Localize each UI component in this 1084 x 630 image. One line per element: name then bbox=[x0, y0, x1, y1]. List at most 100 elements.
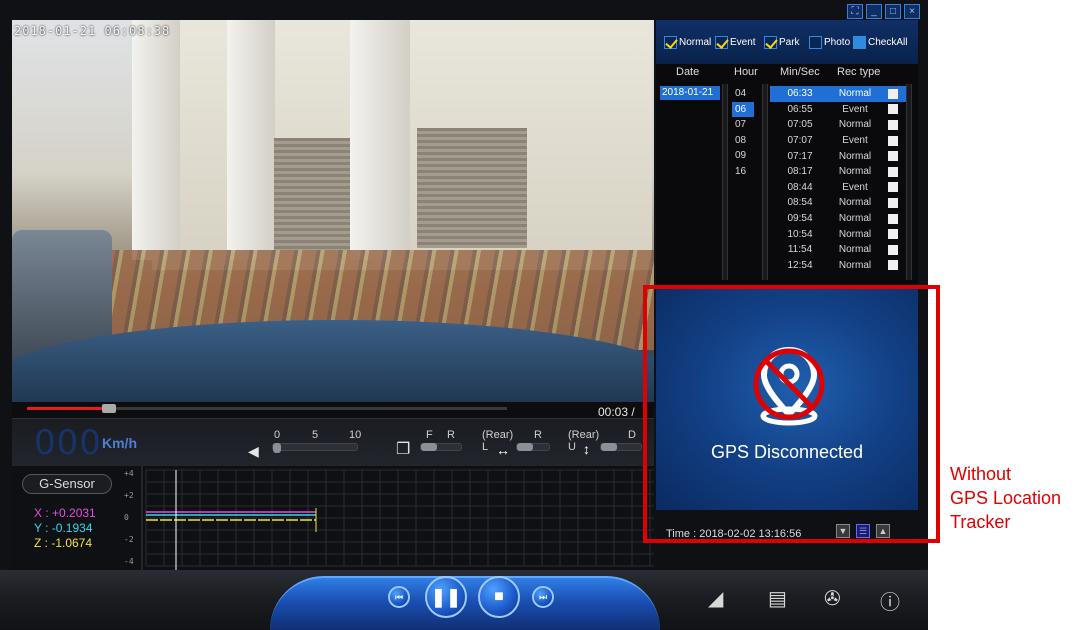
record-type: Normal bbox=[838, 259, 872, 271]
mirror-ud-toggle[interactable] bbox=[600, 443, 642, 451]
record-checkbox[interactable] bbox=[888, 197, 898, 208]
checkbox-icon[interactable] bbox=[715, 36, 728, 49]
volume-slider-handle[interactable] bbox=[273, 443, 281, 453]
recording-list: Date Hour Min/Sec Rec type 2018-01-21 04… bbox=[656, 64, 918, 286]
film-reel-icon[interactable]: ✇ bbox=[824, 586, 841, 611]
video-scene-pillar bbox=[227, 20, 275, 260]
record-type: Normal bbox=[838, 228, 872, 240]
gsensor-tick-label: -4 bbox=[124, 557, 134, 566]
pause-button[interactable]: ❚❚ bbox=[425, 576, 467, 618]
video-timestamp: 2018-01-21 06:08:38 bbox=[14, 24, 171, 38]
filter-park[interactable]: Park bbox=[764, 36, 800, 49]
stop-button[interactable]: ■ bbox=[478, 576, 520, 618]
record-checkbox[interactable] bbox=[888, 182, 898, 193]
speed-unit: Km/h bbox=[102, 435, 137, 451]
speed-value: 000 bbox=[34, 423, 102, 463]
record-checkbox[interactable] bbox=[888, 166, 898, 177]
record-type: Event bbox=[842, 181, 868, 193]
next-button[interactable]: ⏭ bbox=[532, 586, 554, 608]
filter-photo[interactable]: Photo bbox=[809, 36, 850, 49]
control-row: 000 Km/h ◀︎ 0 5 10 ❐ F R (Rear) L R ↔ (R… bbox=[12, 418, 654, 466]
mirror-lr-toggle[interactable] bbox=[516, 443, 550, 451]
up-down-arrow-icon: ↕ bbox=[583, 441, 590, 457]
rear-r-label: R bbox=[534, 429, 542, 441]
record-row[interactable]: 06:33 Normal bbox=[770, 86, 906, 102]
annotation-text: Without GPS Location Tracker bbox=[950, 462, 1061, 534]
record-checkbox[interactable] bbox=[888, 151, 898, 162]
record-scrollbar[interactable] bbox=[906, 84, 912, 280]
record-time: 12:54 bbox=[787, 259, 813, 271]
volume-scale-0: 0 bbox=[274, 429, 281, 441]
date-scrollbar[interactable] bbox=[722, 84, 728, 280]
annotation-highlight-box bbox=[643, 285, 940, 543]
record-row[interactable]: 10:54 Normal bbox=[770, 226, 906, 242]
seekbar[interactable]: 00:03 / 00:2 bbox=[12, 402, 654, 433]
gsensor-tick-label: +2 bbox=[124, 491, 134, 500]
previous-button[interactable]: ⏮ bbox=[388, 586, 410, 608]
volume-scale-5: 5 bbox=[312, 429, 319, 441]
video-view[interactable] bbox=[12, 20, 654, 402]
info-icon[interactable]: ⓘ bbox=[880, 586, 900, 615]
record-checkbox[interactable] bbox=[888, 135, 898, 146]
record-type: Normal bbox=[838, 213, 872, 225]
hour-item[interactable]: 16 bbox=[732, 164, 754, 180]
fullscreen-button[interactable]: ⛶ bbox=[847, 4, 863, 19]
maximize-button[interactable]: □ bbox=[885, 4, 901, 19]
seek-track[interactable] bbox=[27, 404, 507, 413]
mirror-fr-toggle[interactable] bbox=[420, 443, 462, 451]
mirror-ud-knob bbox=[601, 443, 617, 451]
close-button[interactable]: × bbox=[904, 4, 920, 19]
filter-checkall[interactable]: CheckAll bbox=[853, 36, 907, 49]
open-folder-icon[interactable]: ◢ bbox=[708, 586, 723, 611]
record-row[interactable]: 07:07 Event bbox=[770, 133, 906, 149]
hour-scrollbar[interactable] bbox=[762, 84, 768, 280]
hour-item[interactable]: 04 bbox=[732, 86, 754, 102]
minimize-button[interactable]: _ bbox=[866, 4, 882, 19]
filter-normal[interactable]: Normal bbox=[664, 36, 711, 49]
speaker-icon[interactable]: ◀︎ bbox=[248, 443, 259, 460]
checkbox-icon[interactable] bbox=[853, 36, 866, 49]
hour-item[interactable]: 06 bbox=[732, 101, 754, 118]
document-icon[interactable]: ▤ bbox=[768, 586, 787, 611]
record-time: 08:54 bbox=[787, 197, 813, 209]
record-type: Event bbox=[842, 103, 868, 115]
checkbox-icon[interactable] bbox=[809, 36, 822, 49]
record-row[interactable]: 07:17 Normal bbox=[770, 148, 906, 164]
record-row[interactable]: 11:54 Normal bbox=[770, 242, 906, 258]
record-checkbox[interactable] bbox=[888, 229, 898, 240]
record-time: 08:17 bbox=[787, 166, 813, 178]
record-checkbox[interactable] bbox=[888, 260, 898, 271]
record-row[interactable]: 09:54 Normal bbox=[770, 211, 906, 227]
record-row[interactable]: 06:55 Event bbox=[770, 102, 906, 118]
hour-item[interactable]: 09 bbox=[732, 148, 754, 164]
record-row[interactable]: 08:44 Event bbox=[770, 180, 906, 196]
record-time: 07:17 bbox=[787, 150, 813, 162]
record-time: 09:54 bbox=[787, 213, 813, 225]
record-checkbox[interactable] bbox=[888, 119, 898, 130]
checkbox-icon[interactable] bbox=[664, 36, 677, 49]
volume-slider[interactable] bbox=[272, 443, 358, 453]
gsensor-graph[interactable]: +4 +2 0 -2 -4 bbox=[120, 466, 654, 570]
date-item[interactable]: 2018-01-21 bbox=[660, 86, 720, 100]
header-minsec: Min/Sec bbox=[780, 66, 820, 78]
record-row[interactable]: 12:54 Normal bbox=[770, 258, 906, 274]
record-checkbox[interactable] bbox=[888, 213, 898, 224]
record-checkbox[interactable] bbox=[888, 104, 898, 115]
copy-window-icon[interactable]: ❐ bbox=[396, 439, 410, 459]
record-time: 07:07 bbox=[787, 135, 813, 147]
record-checkbox[interactable] bbox=[888, 244, 898, 255]
record-row[interactable]: 08:17 Normal bbox=[770, 164, 906, 180]
mirror-f-label: F bbox=[426, 429, 433, 441]
checkbox-icon[interactable] bbox=[764, 36, 777, 49]
seek-handle[interactable] bbox=[101, 404, 116, 413]
record-row[interactable]: 08:54 Normal bbox=[770, 195, 906, 211]
annotation-line-1: Without bbox=[950, 464, 1012, 484]
gsensor-tick-label: 0 bbox=[124, 513, 129, 522]
record-checkbox[interactable] bbox=[888, 88, 898, 99]
hour-item[interactable]: 08 bbox=[732, 133, 754, 149]
hour-item[interactable]: 07 bbox=[732, 117, 754, 133]
record-row[interactable]: 07:05 Normal bbox=[770, 117, 906, 133]
filter-event[interactable]: Event bbox=[715, 36, 756, 49]
header-rectype: Rec type bbox=[837, 66, 881, 78]
rear-d-label: D bbox=[628, 429, 636, 441]
